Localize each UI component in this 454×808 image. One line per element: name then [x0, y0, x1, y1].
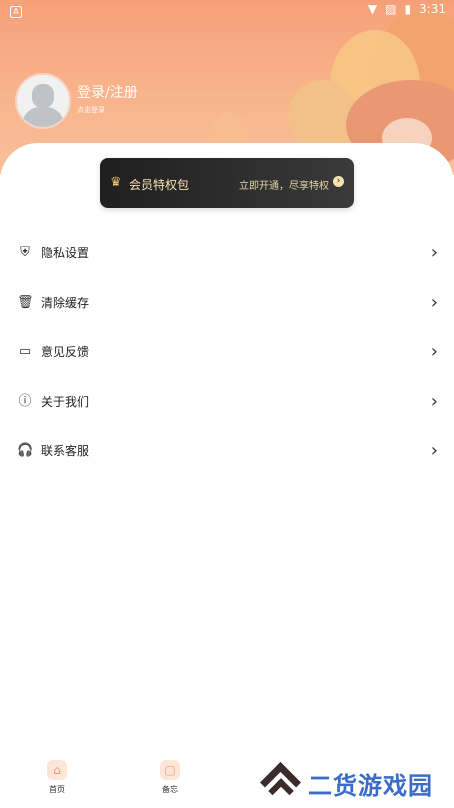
battery-icon: ▮	[404, 2, 412, 16]
status-bar: A ▼ ▨ ▮ 3:31	[0, 0, 454, 20]
avatar-body	[22, 107, 64, 127]
arrow-right-icon: ›	[333, 176, 344, 187]
trash-icon: 🗑	[17, 294, 34, 310]
nav-home[interactable]: ⌂ 首页	[37, 760, 77, 795]
menu-item-support[interactable]: 🎧 联系客服 ›	[0, 427, 454, 477]
vip-title: 会员特权包	[129, 178, 190, 192]
chevron-right-icon: ›	[430, 440, 438, 461]
menu-item-label: 隐私设置	[41, 246, 90, 260]
vip-cta: 立即开通，尽享特权	[239, 181, 329, 192]
watermark: 二货游戏园	[259, 761, 452, 804]
menu-item-about[interactable]: ⓘ 关于我们 ›	[0, 378, 454, 428]
chevron-right-icon: ›	[430, 341, 438, 362]
menu-item-label: 意见反馈	[41, 345, 90, 359]
login-subtitle[interactable]: 点击登录	[77, 105, 105, 115]
menu-item-label: 联系客服	[41, 444, 90, 458]
nav-home-label: 首页	[49, 785, 65, 794]
menu-item-label: 清除缓存	[41, 295, 90, 310]
chevron-right-icon: ›	[430, 291, 438, 313]
nav-notes-label: 备忘	[162, 785, 178, 794]
wifi-icon: ▼	[367, 2, 378, 16]
menu-item-clear-cache[interactable]: 🗑 清除缓存 ›	[0, 279, 454, 329]
menu-item-feedback[interactable]: ▭ 意见反馈 ›	[0, 328, 454, 378]
home-icon: ⌂	[47, 760, 67, 780]
signal-icon: ▨	[385, 2, 397, 16]
watermark-text: 二货游戏园	[308, 771, 433, 800]
app-indicator: A	[10, 3, 22, 18]
message-icon: ▭	[18, 344, 32, 359]
shield-icon: ⛨	[20, 245, 30, 260]
watermark-logo-icon	[259, 761, 302, 804]
chevron-right-icon: ›	[430, 242, 438, 263]
nav-notes[interactable]: ▢ 备忘	[150, 760, 190, 795]
vip-banner[interactable]: ♛ 会员特权包 立即开通，尽享特权 ›	[100, 158, 354, 208]
login-title[interactable]: 登录/注册	[77, 82, 138, 102]
settings-menu: ⛨ 隐私设置 › 🗑 清除缓存 › ▭ 意见反馈 › ⓘ 关于我们 › 🎧 联系…	[0, 229, 454, 477]
avatar-head	[32, 84, 54, 108]
chevron-right-icon: ›	[430, 390, 438, 412]
crown-icon: ♛	[110, 175, 122, 190]
note-icon: ▢	[160, 760, 180, 780]
status-icons: ▼ ▨ ▮ 3:31	[368, 2, 446, 16]
avatar[interactable]	[15, 73, 71, 129]
menu-item-label: 关于我们	[41, 394, 90, 409]
status-time: 3:31	[419, 2, 446, 16]
menu-item-privacy[interactable]: ⛨ 隐私设置 ›	[0, 229, 454, 279]
headset-icon: 🎧	[17, 443, 34, 458]
info-icon: ⓘ	[18, 393, 32, 409]
